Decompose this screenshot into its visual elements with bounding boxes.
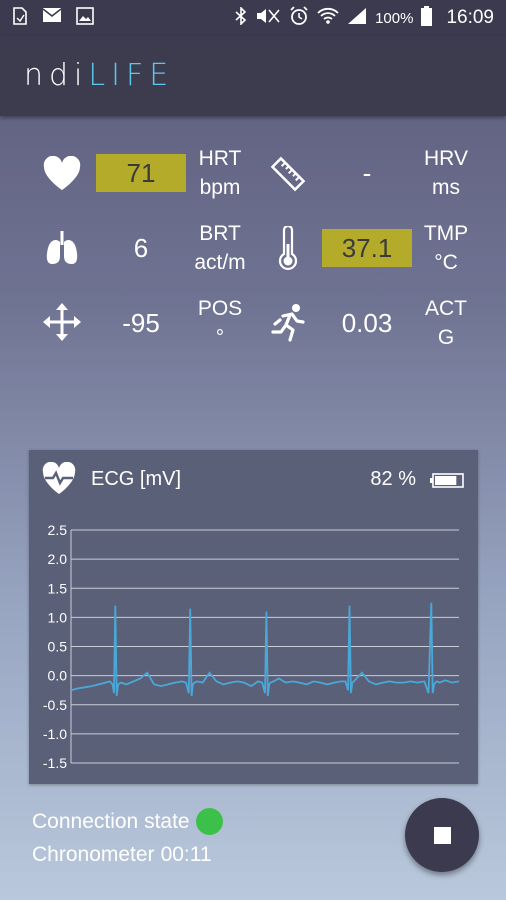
status-bar: 100% 16:09 — [0, 0, 506, 36]
move-arrows-icon — [40, 300, 84, 344]
ecg-series-line — [70, 602, 460, 697]
hrt-label-name: HRT — [198, 147, 242, 170]
chronometer: Chronometer 00:11 — [32, 843, 212, 867]
chronometer-label: Chronometer — [32, 843, 155, 866]
running-icon — [266, 300, 310, 344]
logo-part-ndi: ndi — [24, 58, 89, 93]
brt-label-unit: act/m — [194, 251, 246, 274]
sensor-battery-icon — [430, 473, 464, 488]
tmp-label-unit: °C — [434, 251, 458, 274]
connection-state-label: Connection state — [32, 809, 190, 833]
app-bar: ndiLIFE — [0, 36, 506, 116]
act-label-unit: G — [437, 326, 455, 349]
wifi-icon — [317, 7, 339, 29]
hrv-value: - — [362, 157, 372, 188]
tmp-label: TMP °C — [411, 219, 481, 277]
connection-status-indicator — [195, 808, 223, 835]
act-label-name: ACT — [425, 297, 467, 320]
hrt-label: HRT bpm — [185, 144, 255, 202]
battery-percent: 100% — [375, 9, 414, 27]
brt-value: 6 — [133, 232, 149, 263]
hrv-label-name: HRV — [424, 147, 468, 170]
bluetooth-icon — [235, 6, 247, 29]
y-tick-label: 2.5 — [48, 522, 68, 538]
y-tick-label: 1.0 — [48, 609, 68, 625]
ecg-panel: ECG [mV] 82 % 2.5 2.0 1.5 1.0 0.5 0.0 -0.5 -1.0… — [29, 450, 478, 784]
pos-label-name: POS — [197, 297, 243, 320]
hrv-label: HRV ms — [411, 144, 481, 202]
chronometer-value: 00:11 — [160, 843, 212, 866]
y-tick-label: -1.5 — [43, 755, 67, 771]
ecg-chart: 2.5 2.0 1.5 1.0 0.5 0.0 -0.5 -1.0 -1.5 — [43, 522, 460, 771]
y-tick-label: 0.5 — [48, 639, 68, 655]
sensor-battery-percent: 82 % — [370, 468, 416, 490]
act-label: ACT G — [411, 294, 481, 352]
pos-label: POS ° — [185, 294, 255, 352]
lungs-icon — [40, 226, 84, 270]
alarm-icon — [289, 6, 309, 30]
stop-icon — [433, 826, 451, 844]
mail-icon — [42, 7, 62, 29]
pos-value: -95 — [122, 307, 160, 338]
clock: 16:09 — [446, 7, 494, 28]
y-tick-label: 0.0 — [48, 668, 68, 684]
hrv-label-unit: ms — [432, 176, 460, 199]
y-tick-label: -0.5 — [43, 697, 67, 713]
hrt-value: 71 — [96, 154, 186, 192]
heart-icon — [40, 152, 84, 196]
app-logo: ndiLIFE — [24, 58, 174, 93]
logo-part-life: LIFE — [88, 58, 175, 93]
battery-icon — [421, 6, 433, 30]
image-icon — [76, 7, 94, 29]
sim-icon — [12, 7, 28, 29]
signal-icon — [347, 7, 367, 29]
thermometer-icon — [266, 226, 310, 270]
y-tick-label: -1.0 — [43, 726, 67, 742]
hrt-label-unit: bpm — [199, 176, 241, 199]
act-value: 0.03 — [341, 307, 393, 338]
brt-label: BRT act/m — [185, 219, 255, 277]
brt-label-name: BRT — [199, 222, 241, 245]
tmp-value: 37.1 — [322, 229, 412, 267]
mute-icon — [255, 7, 281, 29]
ecg-title: ECG [mV] — [91, 468, 182, 490]
ruler-icon — [266, 152, 310, 196]
connection-state: Connection state — [32, 808, 223, 835]
pos-label-unit: ° — [215, 326, 225, 349]
y-tick-label: 1.5 — [48, 580, 68, 596]
heart-ecg-icon — [41, 461, 77, 496]
tmp-label-name: TMP — [423, 222, 469, 245]
stop-button[interactable] — [405, 798, 479, 872]
y-tick-label: 2.0 — [48, 551, 68, 567]
